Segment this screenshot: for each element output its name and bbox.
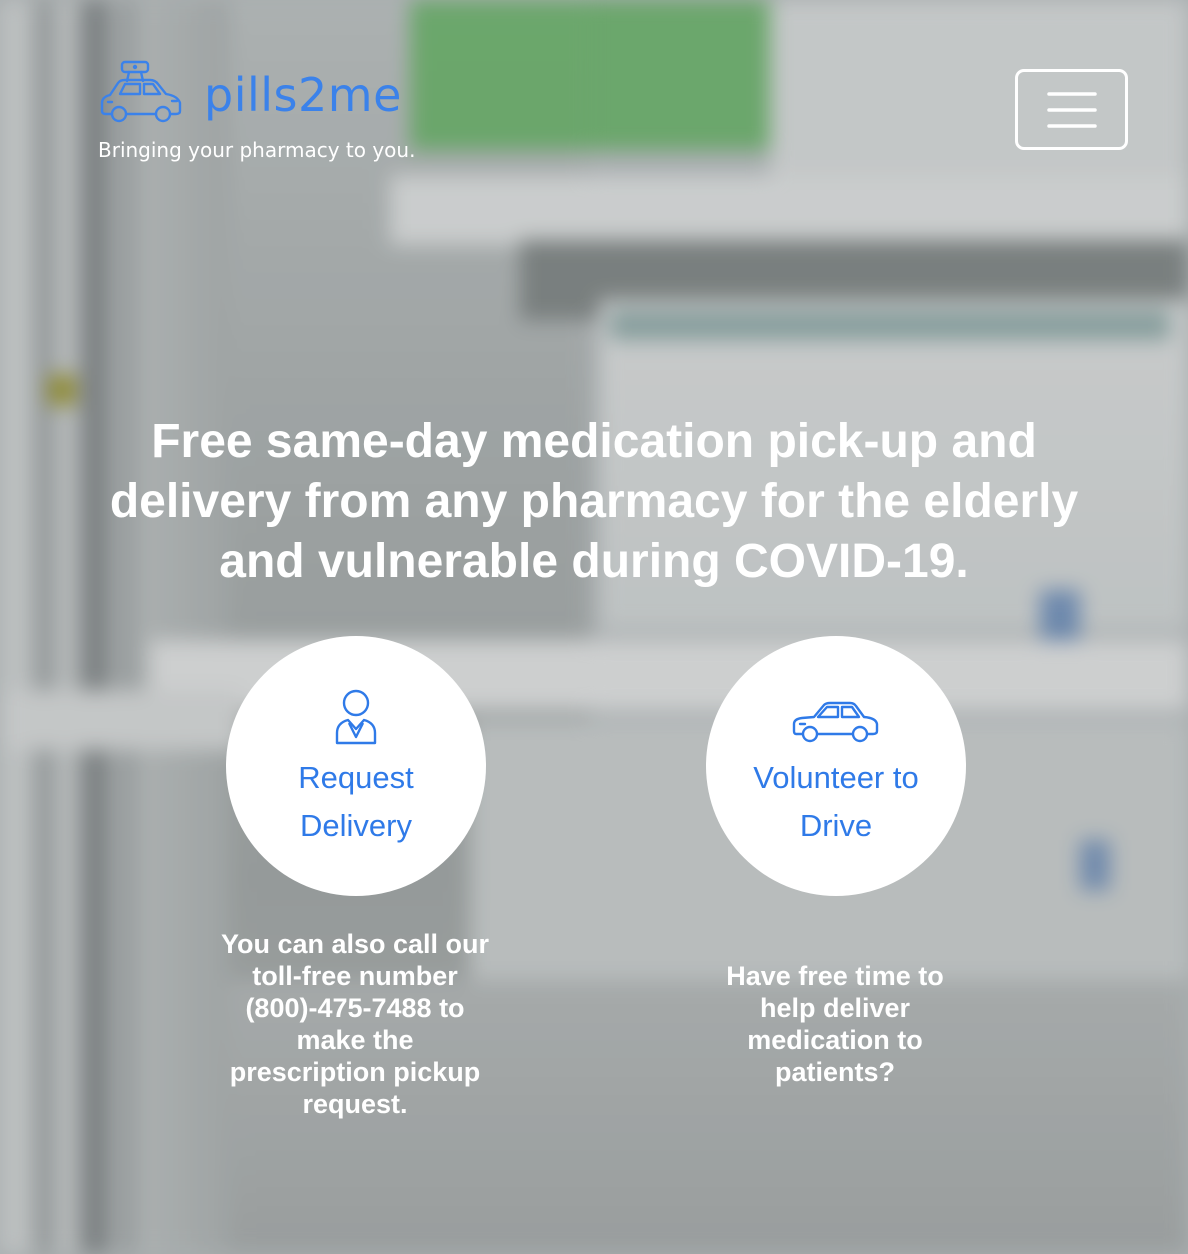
request-delivery-description: You can also call our toll-free number (… [220,929,490,1119]
menu-toggle-button[interactable] [1015,69,1128,150]
hero-section: pills2me Bringing your pharmacy to you. … [0,0,1188,1254]
car-icon [100,60,182,123]
background-overlay [0,0,1188,1254]
brand-row: pills2me [98,58,458,132]
person-icon-wrap [334,688,378,748]
brand-logo-link[interactable]: pills2me Bringing your pharmacy to you. [98,58,458,162]
request-delivery-button[interactable]: Request Delivery [226,636,486,896]
car-icon-wrap [792,696,880,748]
hamburger-icon [1046,91,1097,128]
car-icon [792,701,879,743]
brand-name: pills2me [204,68,402,122]
hero-headline: Free same-day medication pick-up and del… [109,415,1079,588]
volunteer-description: Have free time to help deliver medicatio… [726,961,944,1087]
person-icon [335,689,377,745]
request-delivery-label: Request Delivery [298,760,414,843]
volunteer-to-drive-label: Volunteer to Drive [753,760,919,843]
volunteer-to-drive-button[interactable]: Volunteer to Drive [706,636,966,896]
brand-tagline: Bringing your pharmacy to you. [98,138,416,162]
